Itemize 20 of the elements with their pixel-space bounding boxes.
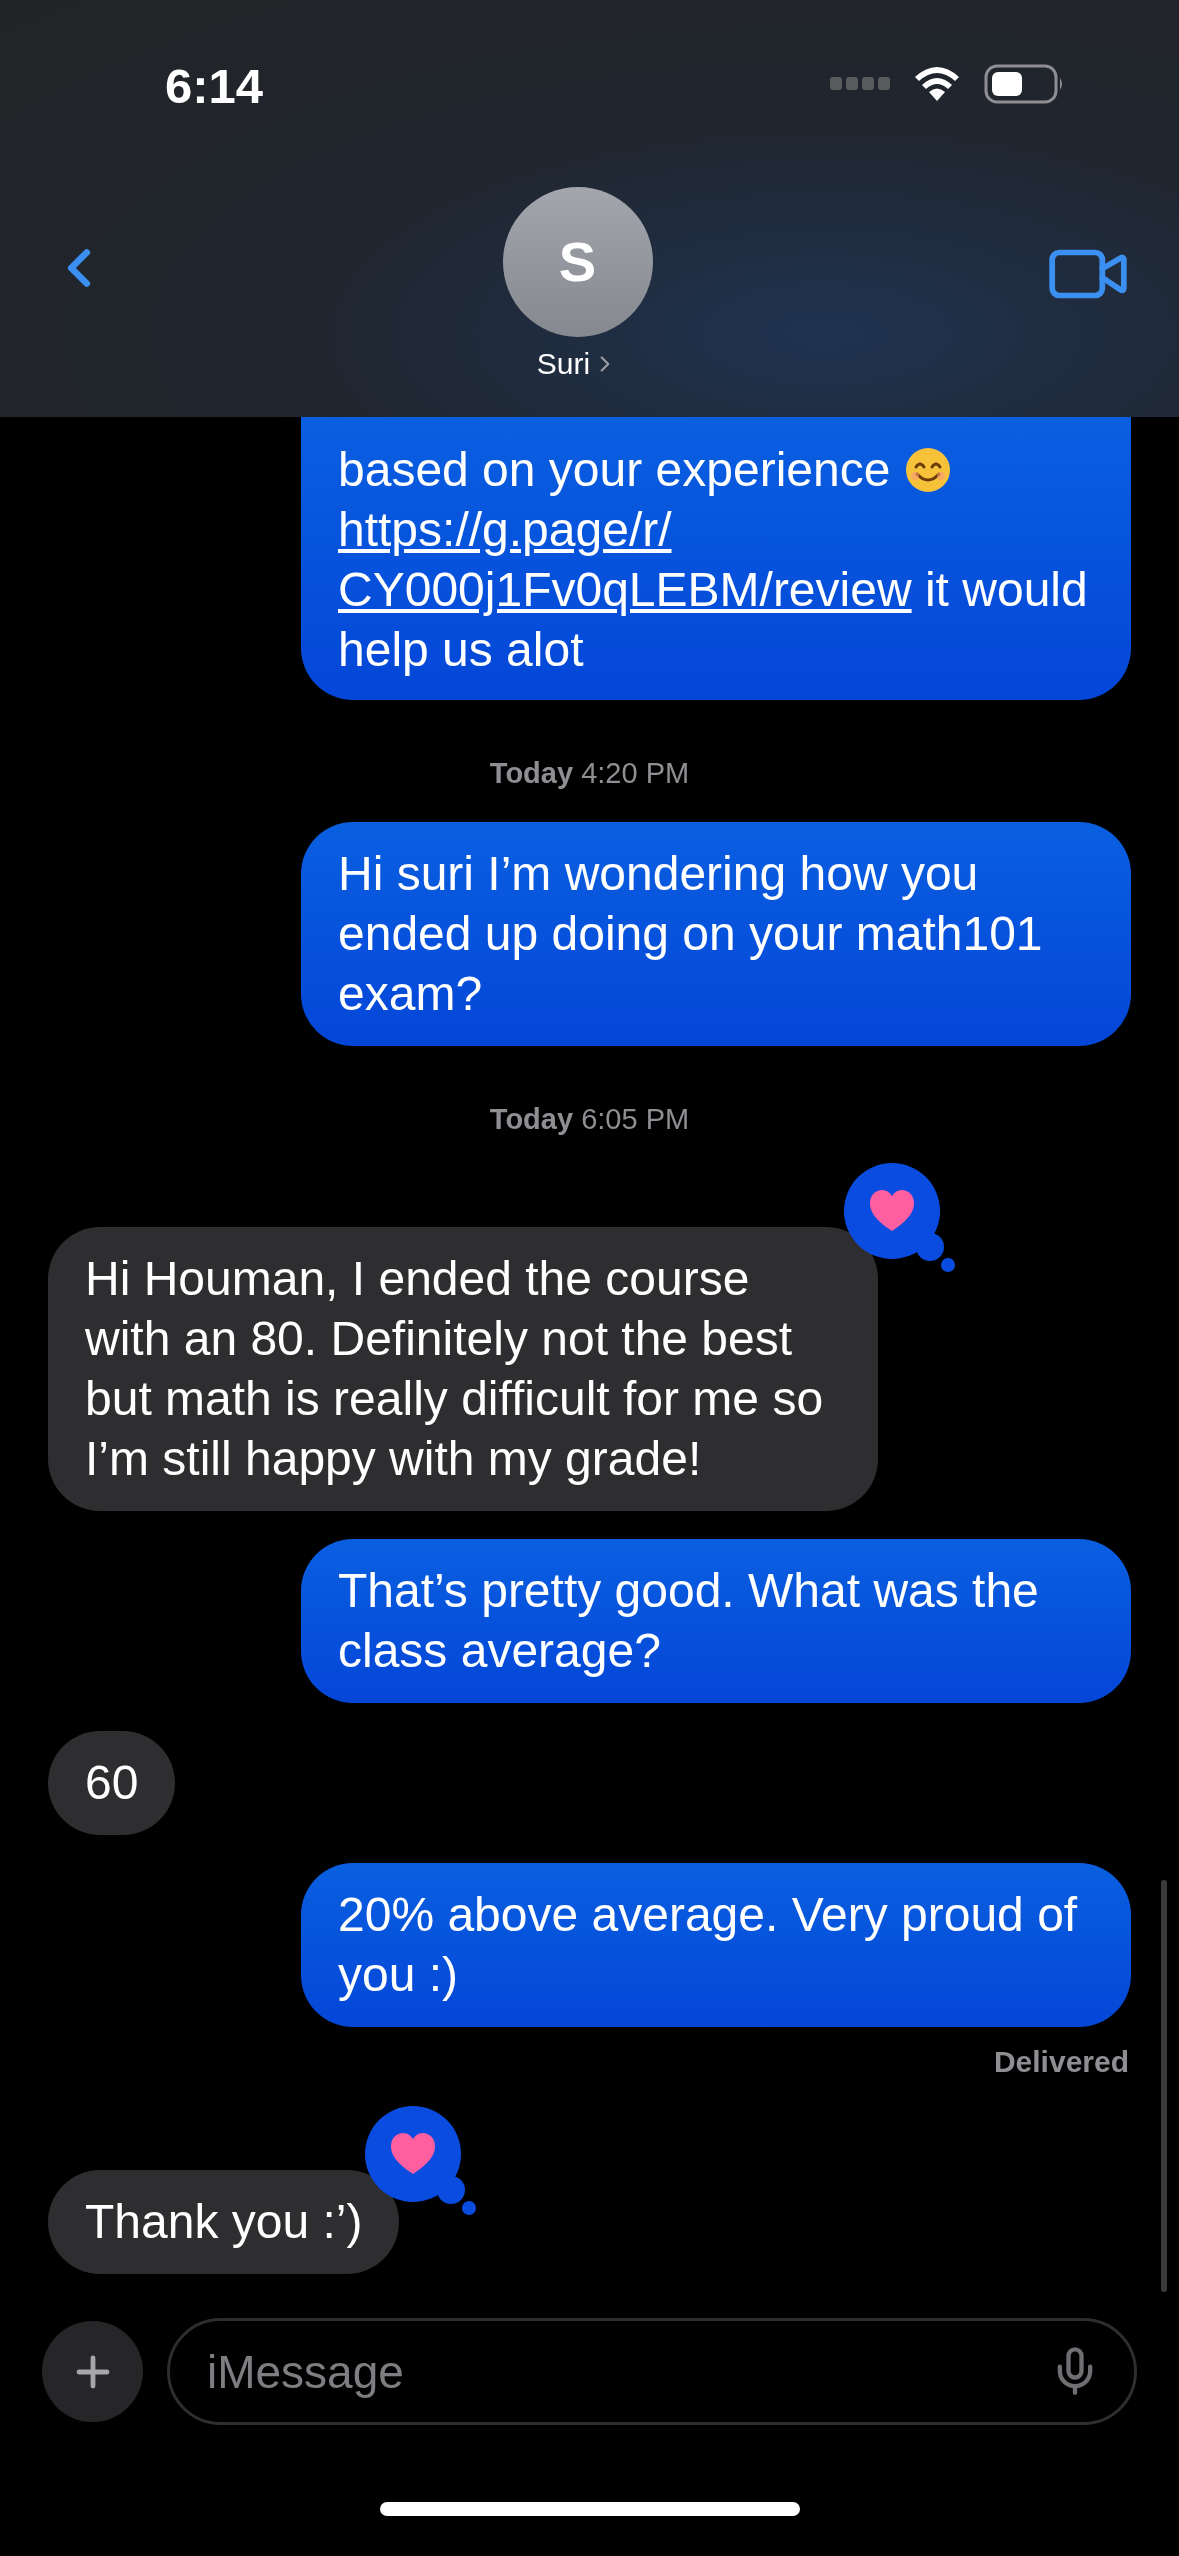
sent-message-bubble[interactable]: That’s pretty good. What was the class average? [301,1539,1131,1703]
sent-message-bubble[interactable]: 20% above average. Very proud of you :) [301,1863,1131,2027]
timestamp: Today 4:20 PM [489,756,690,791]
sent-message-bubble[interactable]: Hi suri I’m wondering how you ended up doing on your math101 exam? [301,822,1131,1046]
contact-name-button[interactable]: Suri [536,349,619,379]
timestamp: Today 6:05 PM [489,1102,690,1137]
delivered-status: Delivered [993,2044,1129,2080]
battery-icon [984,64,1064,104]
message-input-field[interactable]: iMessage [167,2318,1137,2425]
received-message-bubble[interactable]: Thank you :’) [48,2170,400,2274]
signal-icon [830,77,890,91]
status-time: 6:14 [165,61,264,111]
received-message-bubble[interactable]: 60 [48,1731,176,1835]
heart-reaction-icon[interactable] [365,2106,478,2216]
sent-message-bubble[interactable]: based on your experience https://g.page/r/ CY000j1Fv0qLEBM/review it would help us alot [301,417,1131,700]
link[interactable]: https://g.page/r/ [338,503,672,556]
smiley-emoji-icon [903,446,952,494]
heart-reaction-icon[interactable] [844,1163,956,1273]
link[interactable]: CY000j1Fv0qLEBM/review [338,563,912,616]
received-message-bubble[interactable]: Hi Houman, I ended the course with an 80. Definitely not the best but math is really difficult for me so I’m still happy with my grade! [48,1227,878,1511]
